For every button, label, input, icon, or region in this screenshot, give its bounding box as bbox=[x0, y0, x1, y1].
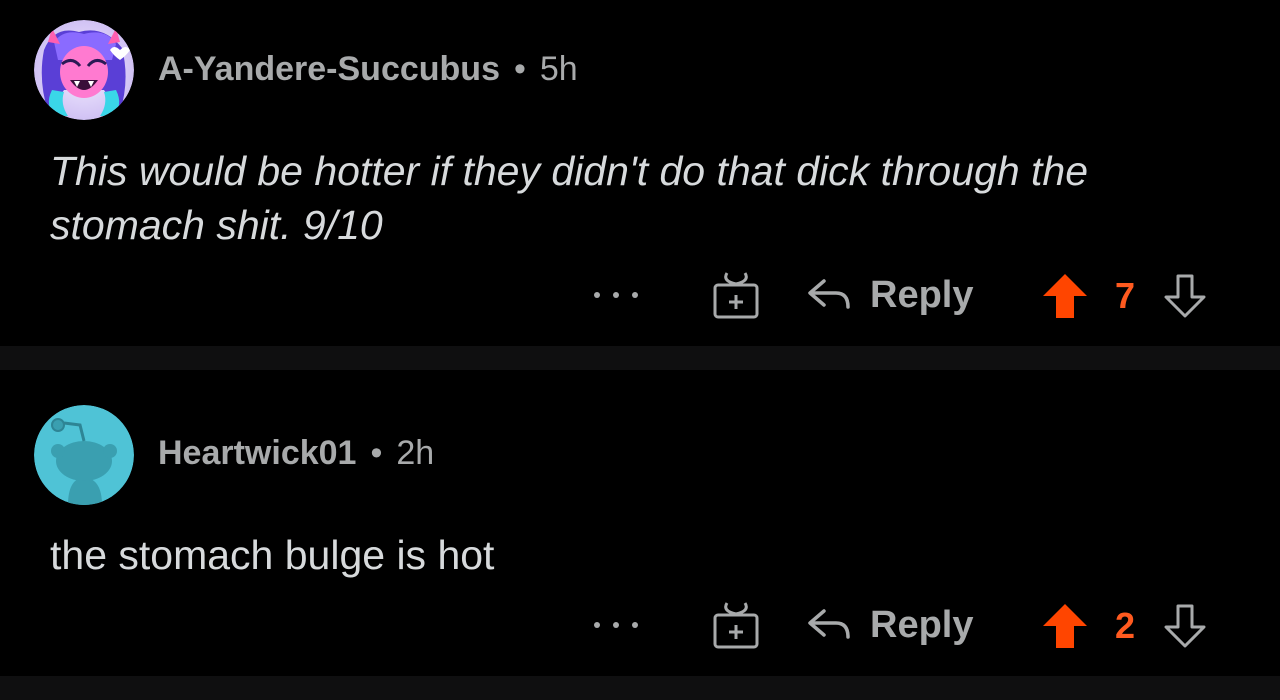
vote-score: 2 bbox=[1114, 605, 1136, 646]
meta-separator: • bbox=[370, 434, 383, 472]
vote-score: 7 bbox=[1114, 275, 1136, 316]
gift-award-icon bbox=[713, 272, 759, 319]
more-options-icon bbox=[594, 622, 600, 628]
comment-meta: Heartwick01 • 2h bbox=[158, 434, 434, 473]
comment-divider bbox=[0, 676, 1280, 700]
more-options-icon-dot bbox=[632, 292, 638, 298]
downvote-arrow-icon bbox=[1164, 604, 1206, 648]
more-options-button[interactable] bbox=[594, 613, 638, 637]
comment-meta: A-Yandere-Succubus • 5h bbox=[158, 50, 578, 89]
user-avatar[interactable] bbox=[34, 405, 134, 505]
comment-actions: Reply 7 bbox=[0, 265, 1280, 325]
reply-button[interactable]: Reply bbox=[806, 601, 973, 649]
downvote-button[interactable] bbox=[1160, 271, 1210, 321]
more-options-icon bbox=[594, 292, 600, 298]
downvote-button[interactable] bbox=[1160, 601, 1210, 651]
more-options-icon-dot bbox=[613, 622, 619, 628]
reply-label: Reply bbox=[870, 273, 974, 316]
comment-actions: Reply 2 bbox=[0, 595, 1280, 655]
downvote-arrow-icon bbox=[1164, 274, 1206, 318]
comment-thread: A-Yandere-Succubus • 5h This would be ho… bbox=[0, 0, 1280, 700]
gift-award-icon bbox=[713, 602, 759, 649]
anime-character-avatar-icon bbox=[34, 20, 134, 120]
timestamp: 5h bbox=[539, 50, 578, 88]
upvote-arrow-icon bbox=[1043, 604, 1087, 648]
username[interactable]: Heartwick01 bbox=[158, 434, 356, 473]
default-snoo-avatar-icon bbox=[34, 405, 134, 505]
reply-arrow-icon bbox=[808, 279, 850, 309]
more-options-icon-dot bbox=[632, 622, 638, 628]
upvote-button[interactable] bbox=[1040, 601, 1090, 651]
timestamp: 2h bbox=[396, 434, 435, 472]
reply-button[interactable]: Reply bbox=[806, 271, 973, 319]
award-button[interactable] bbox=[710, 599, 762, 651]
user-avatar[interactable] bbox=[34, 20, 134, 120]
more-options-icon-dot bbox=[613, 292, 619, 298]
reply-arrow-icon bbox=[808, 609, 850, 639]
upvote-button[interactable] bbox=[1040, 271, 1090, 321]
reply-label: Reply bbox=[870, 603, 974, 646]
username[interactable]: A-Yandere-Succubus bbox=[158, 50, 500, 89]
more-options-button[interactable] bbox=[594, 283, 638, 307]
comment-body: This would be hotter if they didn't do t… bbox=[50, 148, 1089, 248]
comment-divider bbox=[0, 346, 1280, 370]
comment: Heartwick01 • 2h the stomach bulge is ho… bbox=[0, 370, 1280, 676]
comment-body: the stomach bulge is hot bbox=[50, 532, 495, 578]
upvote-arrow-icon bbox=[1043, 274, 1087, 318]
meta-separator: • bbox=[513, 50, 526, 88]
award-button[interactable] bbox=[710, 269, 762, 321]
comment: A-Yandere-Succubus • 5h This would be ho… bbox=[0, 0, 1280, 346]
